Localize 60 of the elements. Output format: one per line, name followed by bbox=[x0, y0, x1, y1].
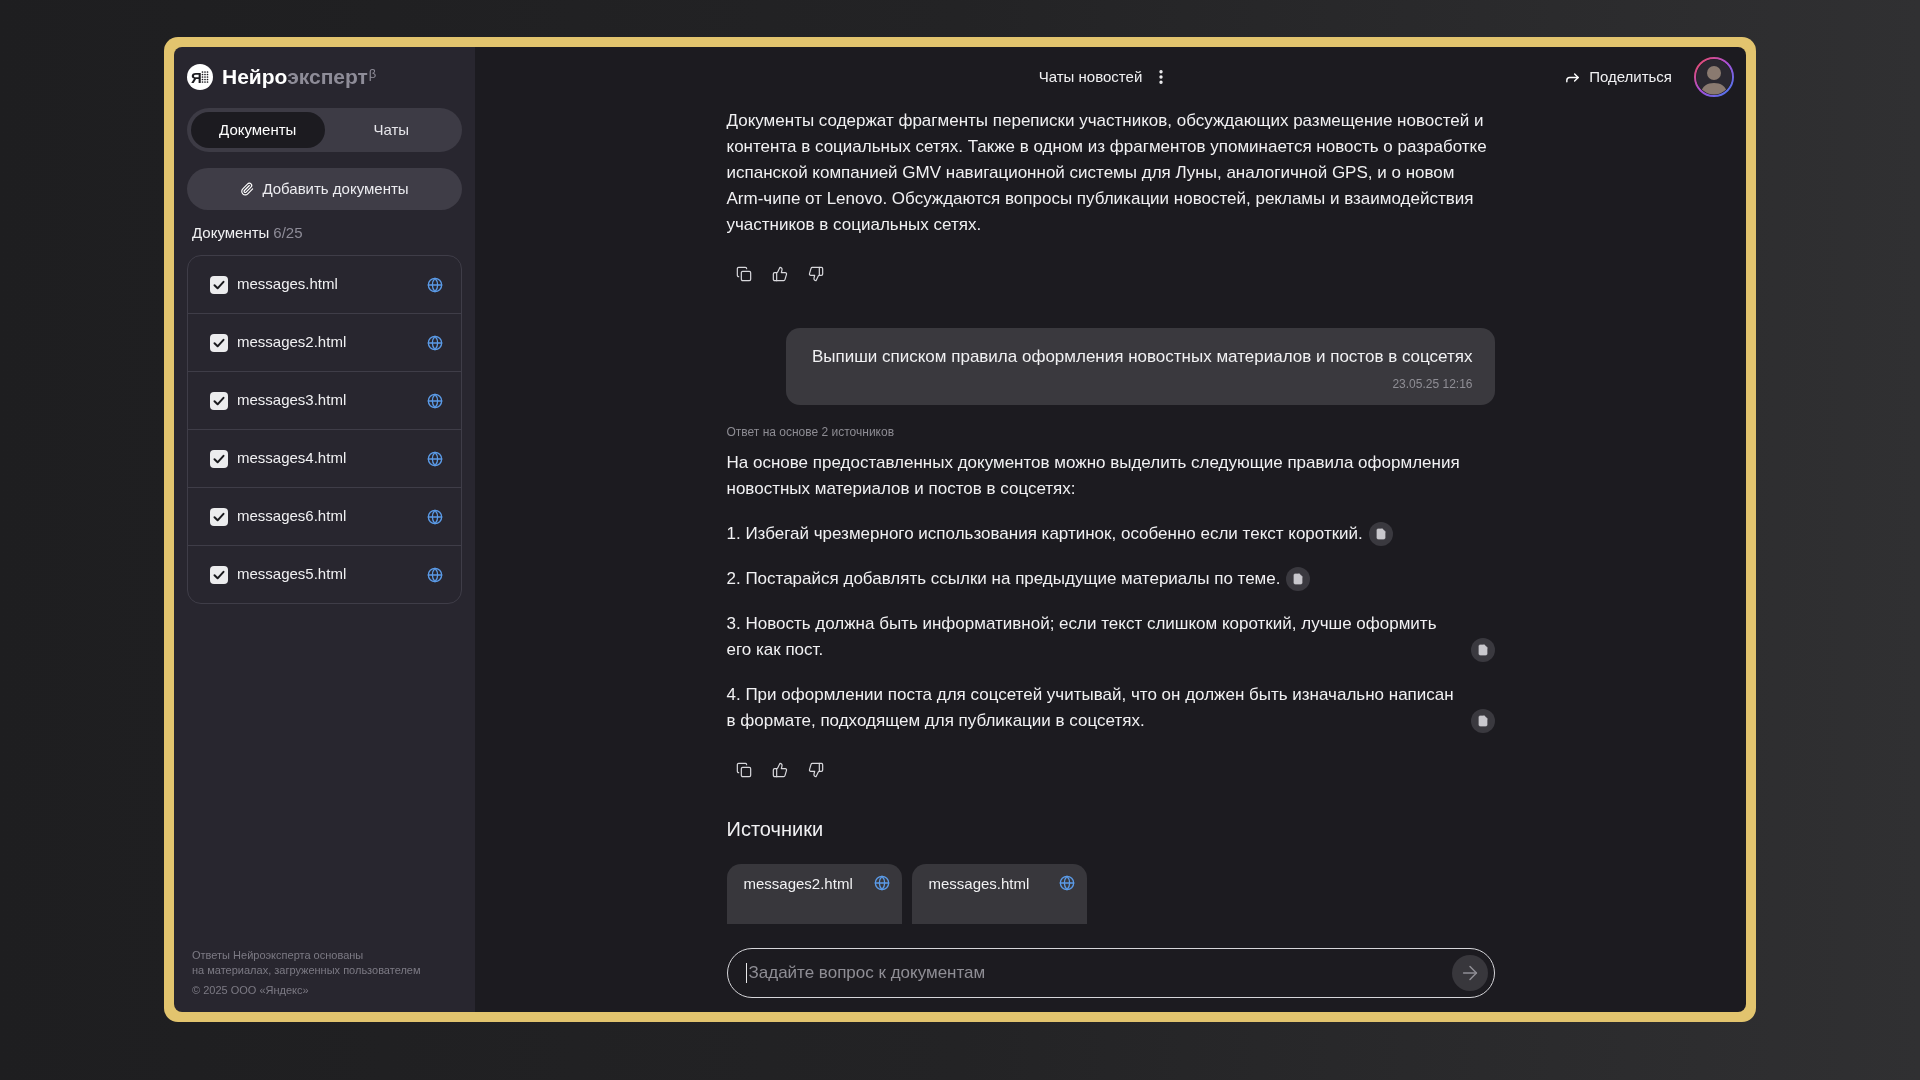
checkbox[interactable] bbox=[210, 275, 228, 294]
source-card[interactable]: messages.html bbox=[911, 864, 1087, 924]
add-documents-button[interactable]: Добавить документы bbox=[187, 168, 462, 210]
checkbox[interactable] bbox=[210, 449, 228, 468]
tab[interactable]: Чаты bbox=[324, 112, 458, 148]
copyright-text: © 2025 ООО «Яндекс» bbox=[192, 983, 310, 998]
answer-text: На основе предоставленных документов можно выделить следующие правила оформления новостных материалов и постов в соцсетях: bbox=[726, 452, 1461, 500]
section-title: Документы bbox=[192, 223, 270, 243]
document-name[interactable]: messages4.html bbox=[237, 447, 418, 470]
answer-note: Ответ на основе 2 источников bbox=[726, 424, 896, 440]
source-file-icon[interactable] bbox=[1470, 709, 1495, 733]
checkbox[interactable] bbox=[210, 565, 228, 584]
message-time: 23.05.25 12:16 bbox=[1392, 376, 1473, 392]
document-name[interactable]: messages3.html bbox=[237, 389, 418, 412]
answer-text: 3. Новость должна быть информативной; если текст слишком короткий, лучше оформить его как пост. bbox=[726, 613, 1438, 661]
copy-icon[interactable] bbox=[735, 266, 752, 282]
answer-text: Документы содержат фрагменты переписки участников, обсуждающих размещение новостей и контента в социальных сетях. Также в одном из фрагментов упоминается новость о разработке испанской компанией GMV навигационной системы для Луны, аналогичной GPS, и о новом Arm-чипе от Lenovo. Обсуждаются вопросы публикации новостей, рекламы и взаимодействия участников в социальных сетях. bbox=[726, 110, 1488, 236]
globe-icon bbox=[873, 875, 890, 891]
source-card[interactable]: messages2.html bbox=[726, 864, 902, 924]
checkbox[interactable] bbox=[210, 333, 228, 352]
document-name[interactable]: messages5.html bbox=[237, 563, 418, 586]
checkbox[interactable] bbox=[210, 391, 228, 410]
answer-text: 1. Избегай чрезмерного использования картинок, особенно если текст короткий. bbox=[726, 523, 1363, 545]
globe-icon bbox=[427, 334, 443, 351]
document-name[interactable]: messages.html bbox=[237, 273, 418, 296]
source-file-icon[interactable] bbox=[1286, 567, 1311, 591]
text-cursor bbox=[745, 963, 747, 983]
thumbs-down-icon[interactable] bbox=[807, 266, 824, 282]
answer-text: 2. Постарайся добавлять ссылки на предыдущие материалы по теме. bbox=[726, 568, 1281, 590]
tab[interactable]: Документы bbox=[191, 112, 325, 148]
source-name: messages2.html bbox=[743, 874, 854, 894]
globe-icon bbox=[427, 392, 443, 409]
source-file-icon[interactable] bbox=[1470, 638, 1495, 662]
share-button[interactable]: Поделиться bbox=[1564, 65, 1672, 89]
send-button[interactable] bbox=[1451, 955, 1488, 991]
globe-icon bbox=[1058, 875, 1075, 891]
disclaimer-text: Ответы Нейроэксперта основаны на материалах, загруженных пользователем bbox=[192, 948, 422, 978]
avatar-icon[interactable] bbox=[1694, 57, 1734, 97]
source-file-icon[interactable] bbox=[1368, 522, 1393, 546]
thumbs-up-icon[interactable] bbox=[771, 762, 788, 778]
paperclip-icon bbox=[240, 182, 255, 196]
checkbox[interactable] bbox=[210, 507, 228, 526]
logo-icon: Я bbox=[187, 64, 213, 90]
document-name[interactable]: messages2.html bbox=[237, 331, 418, 354]
globe-icon bbox=[427, 450, 443, 467]
copy-icon[interactable] bbox=[735, 762, 752, 778]
chat-title: Чаты новостей bbox=[1038, 66, 1143, 87]
globe-icon bbox=[427, 566, 443, 583]
globe-icon bbox=[427, 508, 443, 525]
source-name: messages.html bbox=[928, 874, 1031, 894]
sources-title: Источники bbox=[726, 817, 825, 842]
question-field[interactable]: Задайте вопрос к документам bbox=[726, 948, 1495, 998]
app-title: Нейроэксперт$^{β}$ bbox=[222, 64, 377, 90]
thumbs-down-icon[interactable] bbox=[807, 762, 824, 778]
thumbs-up-icon[interactable] bbox=[771, 266, 788, 282]
answer-text: 4. При оформлении поста для соцсетей учитывай, что он должен быть изначально написан в формате, подходящем для публикации в соцсетях. bbox=[726, 684, 1455, 732]
question-text: Выпиши списком правила оформления новостных материалов и постов в соцсетях bbox=[811, 346, 1473, 368]
globe-icon bbox=[427, 276, 443, 293]
document-name[interactable]: messages6.html bbox=[237, 505, 418, 528]
document-count: 6/25 bbox=[273, 223, 303, 243]
